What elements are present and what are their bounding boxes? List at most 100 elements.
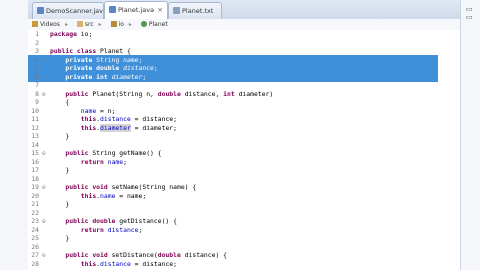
code-token: setName(String name) { xyxy=(111,183,197,191)
code-token: private double xyxy=(65,64,124,72)
line-number: 15 xyxy=(31,149,39,157)
code-token: getDistance() { xyxy=(119,217,177,225)
tab-planet-txt[interactable]: Planet.txt xyxy=(168,2,222,19)
code-token: public double xyxy=(65,217,120,225)
line-number: 28 xyxy=(31,259,39,268)
code-line[interactable]: 15 ⊖ public String getName() { xyxy=(28,149,161,158)
code-line[interactable]: 10 name = n; xyxy=(28,107,115,116)
code-token: ; xyxy=(138,225,143,234)
code-line[interactable]: 4 private String name; xyxy=(28,56,142,65)
tab-demoscanner[interactable]: DemoScanner.java xyxy=(32,2,104,19)
code-line[interactable]: 26 xyxy=(28,243,50,252)
code-token: ; xyxy=(123,157,127,166)
line-number: 27 xyxy=(31,251,39,259)
code-token: diameter) xyxy=(238,89,274,98)
line-number: 14 xyxy=(31,140,39,149)
tab-label: Planet.txt xyxy=(182,7,214,15)
close-icon[interactable]: × xyxy=(157,2,163,18)
code-line[interactable]: 23 ⊖ public double getDistance() { xyxy=(28,217,177,226)
code-line[interactable]: 21 } xyxy=(28,200,69,209)
line-number: 22 xyxy=(31,208,39,217)
minimize-maximize-icons[interactable]: ▭ ▭ xyxy=(466,5,475,21)
code-token: return xyxy=(80,225,108,234)
code-token: = diameter; xyxy=(130,123,177,132)
eclipse-window: DemoScanner.java Planet.java × Planet.txt… xyxy=(0,0,480,270)
code-line[interactable]: 9 { xyxy=(28,98,69,107)
code-line[interactable]: 27 ⊖ public void setDistance(double dista… xyxy=(28,251,227,260)
code-line[interactable]: 28 this.distance = distance; xyxy=(28,260,177,269)
line-number: 20 xyxy=(31,191,39,200)
code-token: Planet { xyxy=(100,47,131,55)
code-token: } xyxy=(50,200,70,208)
code-editor[interactable]: 1 package io; 2 3 public class Planet {4 … xyxy=(28,30,460,270)
breadcrumb-package[interactable]: io xyxy=(119,21,124,28)
breadcrumb-src[interactable]: src xyxy=(85,21,94,28)
breadcrumb-class[interactable]: Planet xyxy=(149,21,168,28)
code-token: package io; xyxy=(50,30,93,38)
code-token: public void xyxy=(65,251,112,259)
line-number: 21 xyxy=(31,200,39,208)
line-number: 8 xyxy=(35,89,39,98)
code-line[interactable]: 1 package io; xyxy=(28,30,92,39)
breadcrumb-project[interactable]: Videos xyxy=(40,21,60,28)
code-token: this xyxy=(80,123,97,132)
code-line[interactable]: 6 private int diameter; xyxy=(28,73,146,82)
line-number: 10 xyxy=(31,106,39,115)
text-file-icon xyxy=(173,7,180,14)
line-number: 19 xyxy=(31,183,39,191)
line-number: 6 xyxy=(35,72,39,81)
code-line[interactable]: 16 return name; xyxy=(28,158,127,167)
code-token: name xyxy=(123,55,139,64)
line-number: 17 xyxy=(31,166,39,174)
code-line[interactable]: 17 } xyxy=(28,166,69,175)
left-side-panel xyxy=(0,0,29,270)
code-token: ; xyxy=(153,64,158,72)
code-line[interactable]: 14 xyxy=(28,141,50,150)
code-token: } xyxy=(50,234,70,242)
code-line[interactable]: 8 ⊖ public Planet(String n, double distan… xyxy=(28,90,273,99)
line-number: 13 xyxy=(31,132,39,140)
code-line[interactable]: 25 } xyxy=(28,234,69,243)
line-number: 7 xyxy=(35,81,39,89)
folder-icon xyxy=(76,21,83,27)
code-line[interactable]: 12 this.diameter = diameter; xyxy=(28,123,177,133)
code-line[interactable]: 3 public class Planet { xyxy=(28,47,131,56)
code-token: ; xyxy=(142,72,147,81)
line-number: 3 xyxy=(35,47,39,55)
code-token: public class xyxy=(50,47,101,55)
code-line[interactable]: 18 xyxy=(28,175,50,184)
code-line[interactable]: 7 xyxy=(28,81,50,90)
code-line[interactable]: 2 xyxy=(28,39,50,48)
tab-planet-java[interactable]: Planet.java × xyxy=(104,1,168,20)
code-token: = name; xyxy=(115,191,147,200)
code-line[interactable]: 24 return distance; xyxy=(28,226,142,235)
code-line[interactable]: 19 ⊖ public void setName(String name) { xyxy=(28,183,196,192)
line-number: 24 xyxy=(31,225,39,234)
line-number: 11 xyxy=(31,115,39,123)
code-token: distance xyxy=(100,259,131,268)
code-token: = distance; xyxy=(130,115,177,123)
line-number: 23 xyxy=(31,217,39,225)
code-line[interactable]: 22 xyxy=(28,209,50,218)
code-token: distance xyxy=(123,64,154,72)
code-token: setDistance( xyxy=(111,251,158,259)
code-token: this xyxy=(80,259,97,268)
code-line[interactable]: 13 } xyxy=(28,132,69,141)
code-token: distance) { xyxy=(184,251,227,259)
code-line[interactable]: 20 this.name = name; xyxy=(28,192,146,201)
code-line[interactable]: 11 this.distance = distance; xyxy=(28,115,177,124)
code-token: private xyxy=(65,55,97,64)
code-token: this xyxy=(80,191,97,200)
line-number: 25 xyxy=(31,234,39,242)
code-line[interactable]: 5 private double distance; xyxy=(28,64,158,73)
code-token: diameter xyxy=(100,123,131,132)
